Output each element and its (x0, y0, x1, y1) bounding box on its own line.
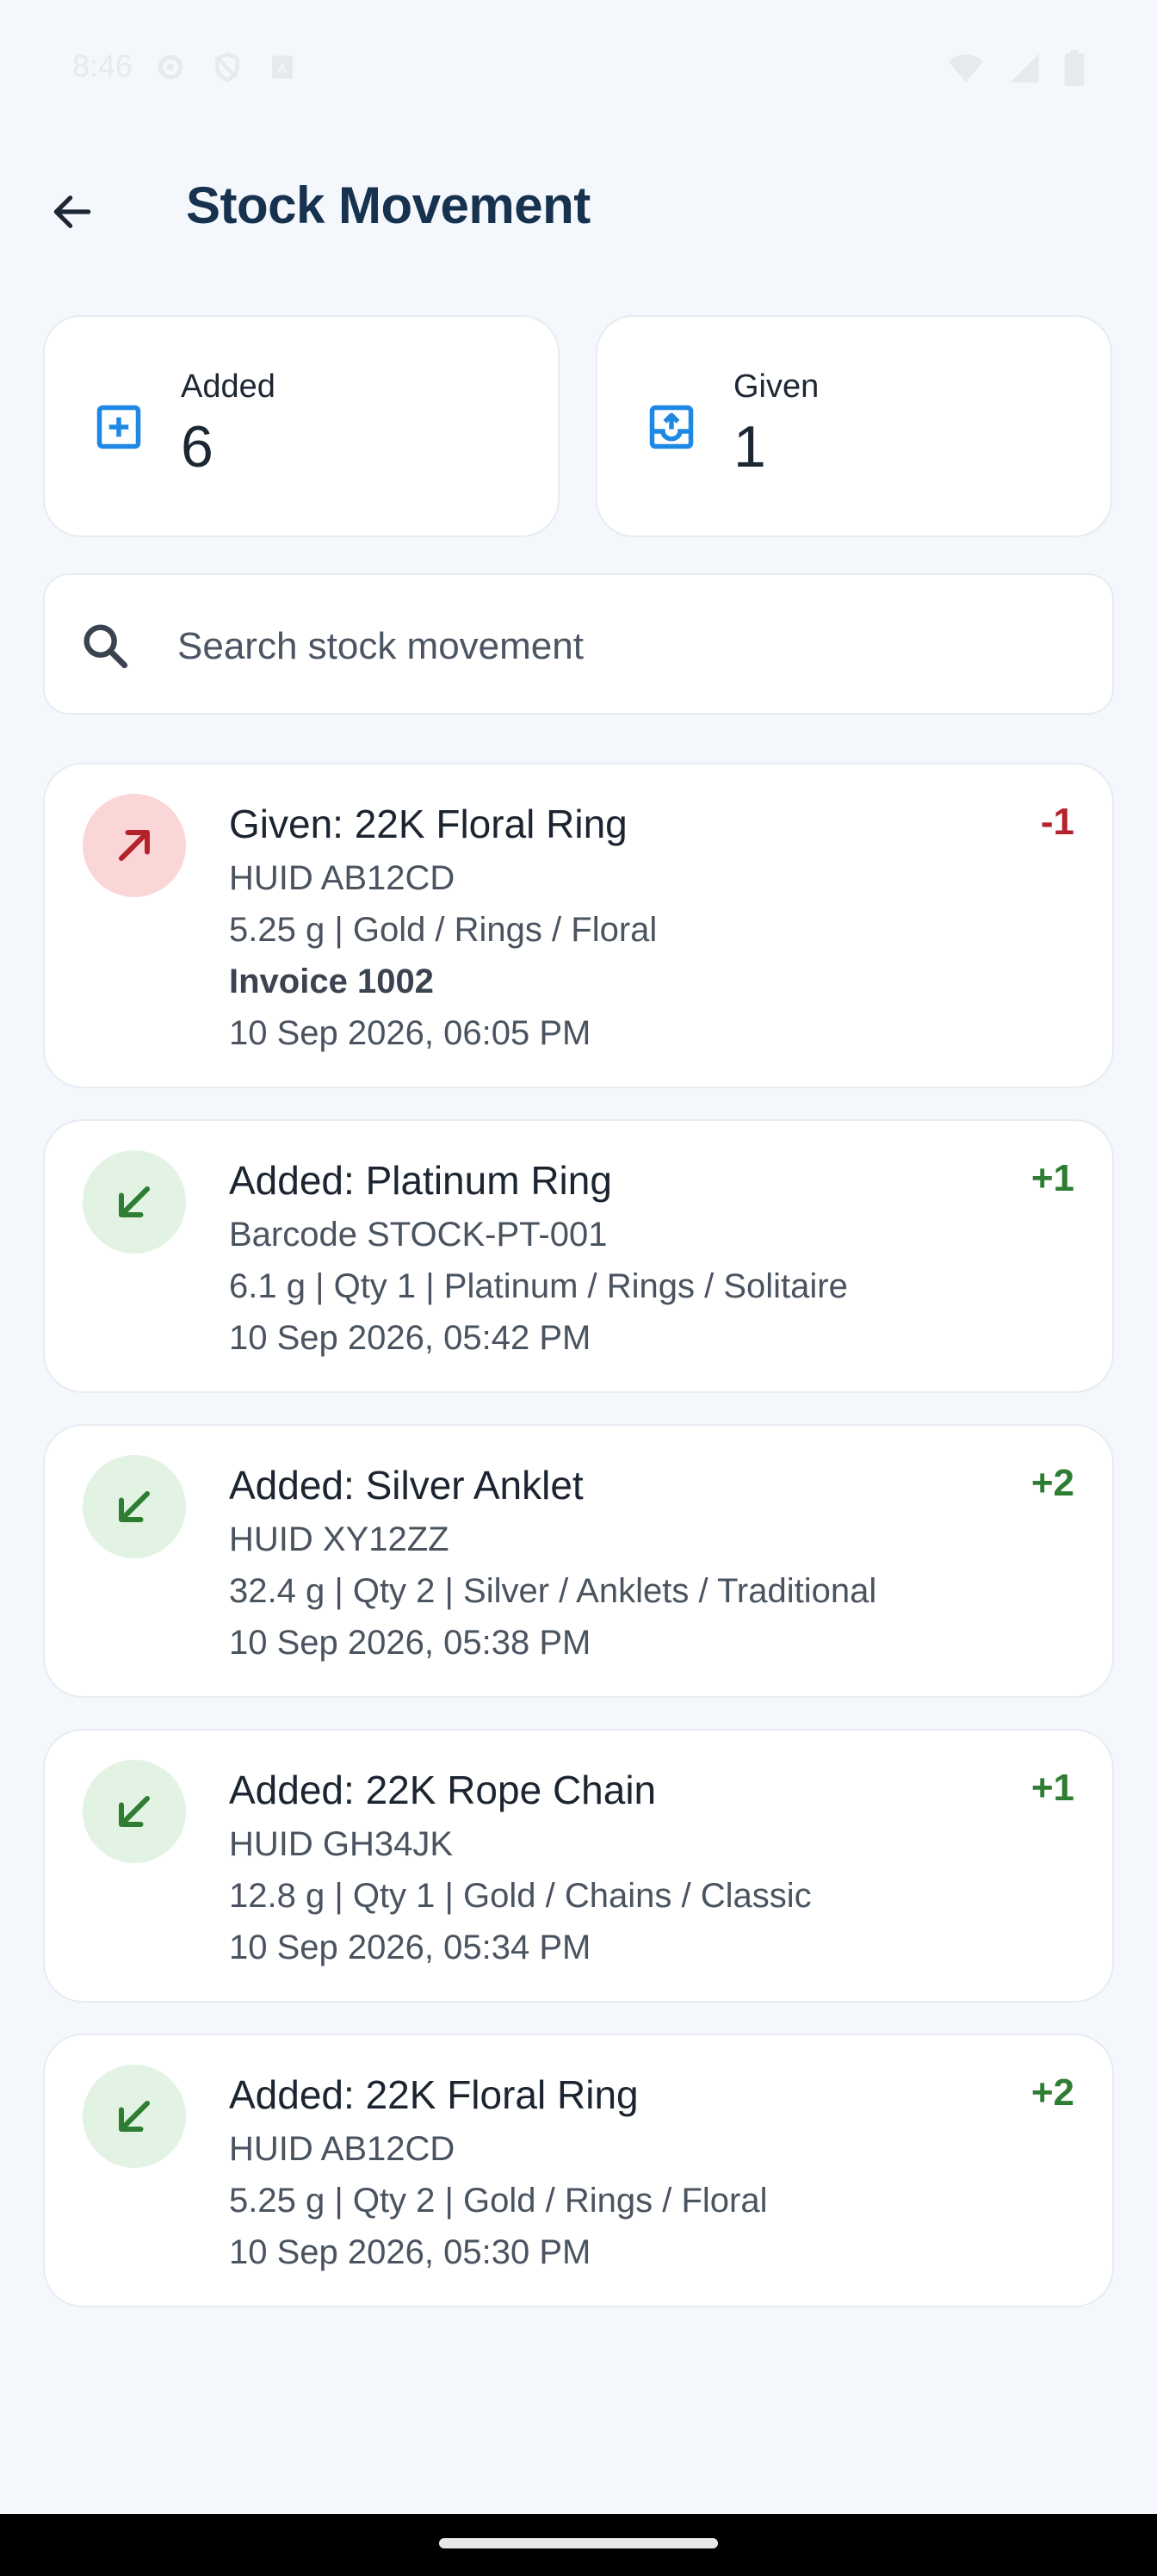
wifi-icon (949, 54, 983, 83)
movement-delta: -1 (1040, 801, 1074, 843)
movement-delta: +1 (1030, 1157, 1074, 1199)
add-box-icon (96, 405, 141, 449)
movement-timestamp: 10 Sep 2026, 05:38 PM (229, 1624, 591, 1662)
system-nav-bar (0, 2514, 1157, 2576)
movement-timestamp: 10 Sep 2026, 06:05 PM (229, 1014, 591, 1052)
sim-icon: A (272, 55, 293, 79)
movement-title: Given: 22K Floral Ring (229, 802, 628, 846)
movement-card[interactable]: Added: 22K Rope Chain +1 HUID GH34JK 12.… (43, 1729, 1114, 2003)
movement-title: Added: Silver Anklet (229, 1463, 584, 1508)
arrow-back-icon (53, 195, 91, 228)
movement-card[interactable]: Given: 22K Floral Ring -1 HUID AB12CD 5.… (43, 763, 1114, 1088)
movement-details: 5.25 g | Qty 2 | Gold / Rings / Floral (229, 2182, 768, 2220)
status-icons-right (947, 50, 1085, 86)
status-time: 8:46 (72, 48, 133, 84)
movement-identifier: HUID AB12CD (229, 2130, 455, 2168)
arrow-down-left-icon (119, 1186, 150, 1217)
movement-avatar (83, 2065, 186, 2168)
arrow-down-left-icon (119, 2101, 150, 2132)
outbox-icon (649, 405, 694, 449)
search-icon (84, 624, 128, 669)
svg-text:A: A (278, 61, 288, 76)
movement-card[interactable]: Added: Silver Anklet +2 HUID XY12ZZ 32.4… (43, 1424, 1114, 1698)
movement-details: 5.25 g | Gold / Rings / Floral (229, 911, 658, 949)
arrow-down-left-icon (119, 1491, 150, 1522)
movement-card[interactable]: Added: 22K Floral Ring +2 HUID AB12CD 5.… (43, 2034, 1114, 2307)
movement-timestamp: 10 Sep 2026, 05:42 PM (229, 1319, 591, 1357)
movement-timestamp: 10 Sep 2026, 05:34 PM (229, 1929, 591, 1966)
settings-icon (158, 54, 183, 80)
movement-avatar (83, 1150, 186, 1254)
movement-card[interactable]: Added: Platinum Ring +1 Barcode STOCK-PT… (43, 1119, 1114, 1393)
signal-icon (1010, 53, 1039, 83)
movement-delta: +1 (1030, 1767, 1074, 1809)
given-label: Given (733, 368, 820, 405)
arrow-up-right-icon (119, 830, 150, 861)
search-input[interactable] (176, 610, 1074, 684)
movement-identifier: HUID GH34JK (229, 1825, 454, 1863)
movement-delta: +2 (1030, 2071, 1074, 2114)
back-button[interactable] (34, 174, 110, 250)
added-count: 6 (181, 414, 213, 480)
status-icons-left: A (153, 50, 298, 84)
given-count: 1 (733, 414, 766, 480)
movement-identifier: HUID XY12ZZ (229, 1520, 449, 1558)
added-label: Added (181, 368, 275, 405)
movement-avatar (83, 794, 186, 897)
movement-details: 32.4 g | Qty 2 | Silver / Anklets / Trad… (229, 1572, 877, 1610)
movement-title: Added: 22K Floral Ring (229, 2072, 639, 2117)
arrow-down-left-icon (119, 1796, 150, 1827)
movement-title: Added: 22K Rope Chain (229, 1768, 657, 1812)
shield-icon (215, 52, 239, 83)
movement-title: Added: Platinum Ring (229, 1158, 612, 1203)
status-bar: 8:46 A (0, 0, 1157, 134)
movement-delta: +2 (1030, 1462, 1074, 1504)
added-summary-card: Added 6 (43, 315, 560, 537)
movement-invoice: Invoice 1002 (229, 963, 434, 1000)
movement-identifier: Barcode STOCK-PT-001 (229, 1216, 608, 1254)
page-title: Stock Movement (186, 176, 591, 234)
home-gesture-handle[interactable] (439, 2538, 718, 2548)
search-box[interactable] (43, 573, 1114, 715)
movement-details: 12.8 g | Qty 1 | Gold / Chains / Classic (229, 1877, 812, 1915)
movement-details: 6.1 g | Qty 1 | Platinum / Rings / Solit… (229, 1267, 848, 1305)
movement-avatar (83, 1760, 186, 1863)
battery-icon (1064, 50, 1085, 86)
movement-timestamp: 10 Sep 2026, 05:30 PM (229, 2233, 591, 2271)
app-bar: Stock Movement (0, 155, 1157, 258)
movement-avatar (83, 1455, 186, 1558)
movement-identifier: HUID AB12CD (229, 859, 455, 897)
given-summary-card: Given 1 (596, 315, 1112, 537)
